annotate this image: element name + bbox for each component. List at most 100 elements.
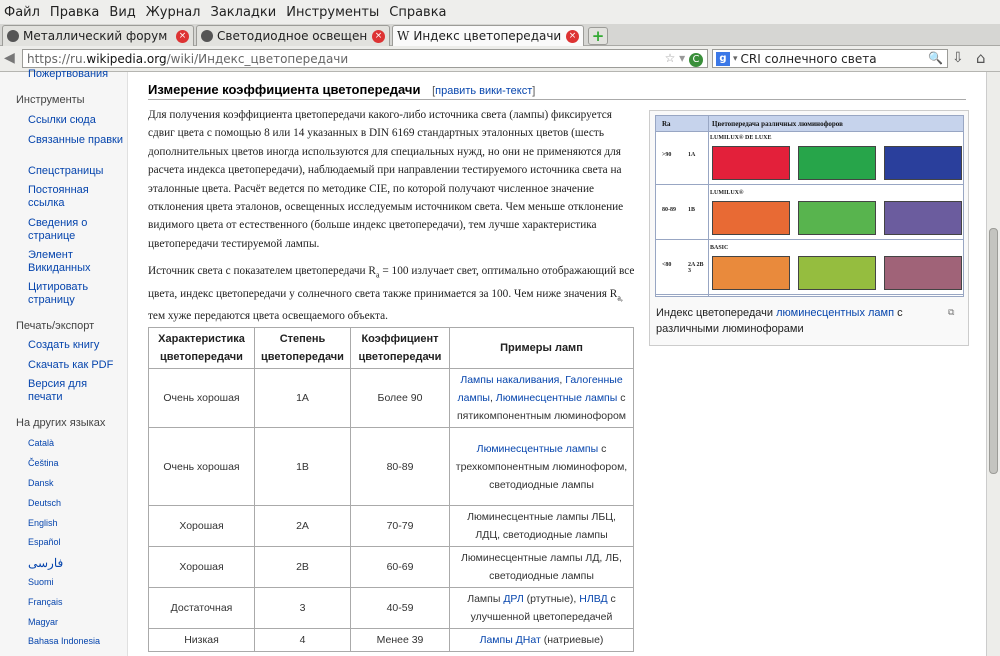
url-path: /wiki/Индекс_цветопередачи [166, 51, 349, 66]
sidebar-link-cite[interactable]: Цитировать страницу [28, 281, 124, 307]
table-cell-examples: Лампы ДРЛ (ртутные), НЛВД с улучшенной ц… [449, 587, 634, 629]
table-cell-coef: Менее 39 [350, 628, 450, 652]
color-swatch [798, 146, 876, 180]
home-icon[interactable]: ⌂ [976, 49, 986, 67]
figure-grade: 2A 2B 3 [688, 262, 704, 274]
sidebar-link-wikidata[interactable]: Элемент Викиданных [28, 249, 124, 275]
tab-close-icon[interactable]: × [372, 29, 385, 43]
lang-link[interactable]: فارسی [28, 556, 63, 570]
figure-grade: 1B [688, 207, 696, 213]
edit-section: [править вики-текст] [432, 85, 536, 97]
table-cell-examples: Люминесцентные лампы с трехкомпонентным … [449, 427, 634, 506]
color-swatch [884, 256, 962, 290]
table-cell-examples: Лампы ДНат (натриевые) [449, 628, 634, 652]
edit-wikitext-link[interactable]: править вики-текст [435, 85, 532, 97]
sidebar-link-create-book[interactable]: Создать книгу [28, 339, 124, 352]
new-tab-button[interactable]: + [588, 27, 608, 45]
search-input[interactable]: g ▾ CRI солнечного света 🔍 [712, 49, 948, 68]
google-engine-icon[interactable]: g [716, 51, 730, 66]
menu-item[interactable]: Правка [50, 5, 99, 20]
lang-link[interactable]: Deutsch [28, 498, 61, 508]
lang-link[interactable]: Suomi [28, 577, 54, 587]
table-cell-coef: 70-79 [350, 505, 450, 547]
url-field[interactable]: https://ru. wikipedia.org/wiki/Индекс_цве… [22, 49, 708, 68]
figure-row: >90 1A LUMILUX® DE LUXE [656, 132, 963, 185]
navigation-bar: ◀ https://ru. wikipedia.org/wiki/Индекс_ц… [0, 46, 1000, 72]
lang-link[interactable]: Magyar [28, 617, 58, 627]
sidebar-link-print-version[interactable]: Версия для печати [28, 378, 124, 404]
table-row: Очень хорошая 1A Более 90 Лампы накаливания… [148, 368, 634, 428]
sidebar-link-whatlinkshere[interactable]: Ссылки сюда [28, 114, 124, 127]
tab-metal-forum[interactable]: Металлический форум × [2, 25, 194, 46]
menu-item[interactable]: Вид [109, 5, 135, 20]
sidebar-link-donate[interactable]: Пожертвования [28, 68, 124, 81]
lang-link[interactable]: Bahasa Indonesia [28, 636, 100, 646]
table-cell-coef: 60-69 [350, 546, 450, 588]
sidebar-heading-print: Печать/экспорт [16, 320, 95, 332]
menu-item[interactable]: Журнал [146, 5, 201, 20]
lamp-link[interactable]: Люминесцентные лампы [477, 443, 598, 455]
lamp-link[interactable]: Люминесцентные лампы [496, 392, 617, 404]
sidebar-link-special-pages[interactable]: Спецстраницы [28, 165, 124, 178]
menu-item[interactable]: Справка [389, 5, 446, 20]
sidebar-link-permalink[interactable]: Постоянная ссылка [28, 184, 124, 210]
site-favicon-icon [201, 30, 213, 42]
vertical-scrollbar[interactable] [986, 72, 1000, 656]
figure-range: <80 [662, 262, 672, 268]
table-cell-grade: 2A [254, 505, 351, 547]
ra-subscript: a, [617, 292, 623, 302]
figure-caption: Индекс цветопередачи люминесцентных ламп… [656, 305, 944, 337]
menu-item[interactable]: Файл [4, 5, 40, 20]
paragraph-text: тем хуже передаются цвета освещаемого об… [148, 310, 388, 323]
lang-link[interactable]: Čeština [28, 458, 59, 468]
tab-cri-wiki[interactable]: W Индекс цветопередачи — ... × [392, 25, 584, 46]
download-icon[interactable]: ⇩ [952, 50, 964, 66]
table-cell-grade: 4 [254, 628, 351, 652]
figure-category: LUMILUX® DE LUXE [710, 135, 772, 141]
sidebar-link-download-pdf[interactable]: Скачать как PDF [28, 359, 124, 372]
reload-icon[interactable]: C [689, 53, 703, 67]
column-header: Примеры ламп [449, 327, 634, 369]
back-arrow-icon[interactable]: ◀ [4, 50, 15, 66]
lang-link[interactable]: Español [28, 537, 61, 547]
tab-led-lighting[interactable]: Светодиодное освещение ... × [196, 25, 390, 46]
menu-bar: Файл Правка Вид Журнал Закладки Инструменты Сп… [0, 0, 1000, 24]
sidebar-link-related-changes[interactable]: Связанные правки [28, 134, 124, 147]
url-prefix: https://ru. [27, 51, 87, 66]
tab-close-icon[interactable]: × [566, 29, 579, 43]
sidebar-link-page-info[interactable]: Сведения о странице [28, 217, 124, 243]
scrollbar-thumb[interactable] [989, 228, 998, 474]
figure-row: 80-89 1B LUMILUX® [656, 187, 963, 240]
menu-item[interactable]: Инструменты [286, 5, 379, 20]
enlarge-icon[interactable]: ⧉ [948, 307, 954, 318]
section-heading: Измерение коэффициента цветопередачи [пр… [148, 82, 966, 100]
caption-link[interactable]: люминесцентных ламп [776, 307, 894, 319]
table-header-row: Характеристика цветопередачи Степень цве… [148, 327, 634, 369]
lang-link[interactable]: Français [28, 597, 63, 607]
figure-category: BASIC [710, 245, 729, 251]
search-icon[interactable]: 🔍 [928, 51, 943, 65]
lang-link[interactable]: Dansk [28, 478, 54, 488]
lamp-link[interactable]: ДРЛ [503, 593, 523, 605]
bookmark-star-icon[interactable]: ☆ [665, 51, 676, 65]
menu-item[interactable]: Закладки [211, 5, 277, 20]
tab-bar: Металлический форум × Светодиодное освещ… [0, 24, 1000, 46]
table-cell-char: Хорошая [148, 546, 255, 588]
table-cell-char: Достаточная [148, 587, 255, 629]
lamp-link[interactable]: Лампы ДНат [480, 634, 541, 646]
table-row: Достаточная 3 40-59 Лампы ДРЛ (ртутные), НЛ… [148, 587, 634, 629]
sidebar-heading-tools: Инструменты [16, 94, 85, 106]
lang-link[interactable]: Català [28, 438, 54, 448]
lamp-link[interactable]: Лампы накаливания [460, 374, 559, 386]
color-swatch [712, 201, 790, 235]
table-cell-coef: 80-89 [350, 427, 450, 506]
color-swatch [798, 256, 876, 290]
paragraph-text: Источник света с показателем цветопереда… [148, 265, 376, 277]
lamp-link[interactable]: НЛВД [579, 593, 607, 605]
figure-row: <80 2A 2B 3 BASIC [656, 242, 963, 295]
tab-close-icon[interactable]: × [176, 29, 189, 43]
lang-link[interactable]: English [28, 518, 58, 528]
table-cell-examples: Люминесцентные лампы ЛБЦ, ЛДЦ, светодиод… [449, 505, 634, 547]
table-row: Хорошая 2A 70-79 Люминесцентные лампы ЛБЦ, … [148, 505, 634, 547]
cri-phosphor-image[interactable]: Ra Цветопередача различных люминофоров >… [655, 115, 964, 297]
